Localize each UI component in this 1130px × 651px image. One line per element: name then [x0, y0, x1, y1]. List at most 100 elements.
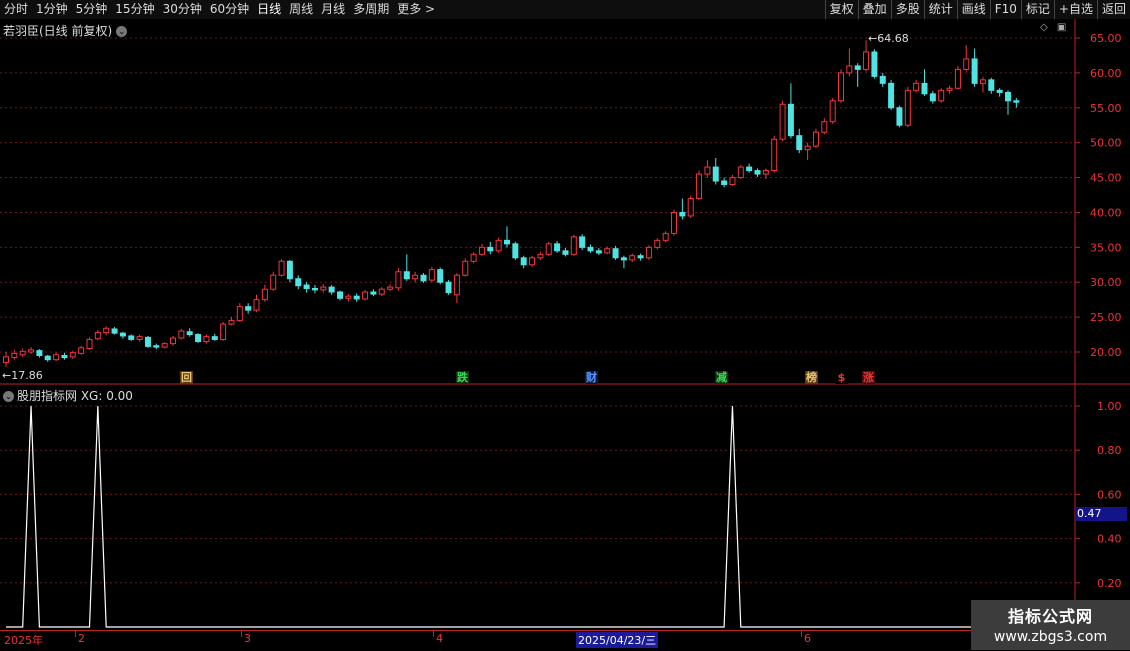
candle-body[interactable]	[654, 239, 661, 248]
candle-body[interactable]	[545, 243, 552, 255]
candle-body[interactable]	[812, 131, 819, 147]
candle-body[interactable]	[746, 166, 753, 172]
event-tag-1[interactable]: 跌	[456, 371, 469, 384]
candle-body[interactable]	[921, 82, 928, 95]
candle-body[interactable]	[103, 327, 110, 333]
candle-body[interactable]	[86, 338, 93, 350]
candle-body[interactable]	[161, 343, 168, 348]
candle-body[interactable]	[888, 82, 895, 109]
candle-body[interactable]	[470, 253, 477, 262]
candle-body[interactable]	[1013, 100, 1020, 103]
candle-body[interactable]	[629, 255, 636, 261]
candle-body[interactable]	[245, 306, 252, 311]
candle-body[interactable]	[11, 352, 18, 359]
candle-body[interactable]	[954, 68, 961, 89]
diamond-icon[interactable]: ◇	[1040, 22, 1048, 33]
chevron-down-icon[interactable]: ⌄	[3, 391, 14, 402]
candle-body[interactable]	[3, 356, 9, 363]
candle-body[interactable]	[520, 257, 527, 266]
candle-body[interactable]	[929, 93, 936, 102]
candle-body[interactable]	[136, 336, 143, 340]
candle-body[interactable]	[779, 103, 786, 140]
event-tag-4[interactable]: 榜	[805, 371, 818, 384]
candle-body[interactable]	[428, 269, 435, 281]
indicator-title[interactable]: ⌄ 股朋指标网 XG: 0.00	[3, 387, 133, 404]
candle-body[interactable]	[69, 352, 76, 358]
candle-body[interactable]	[821, 121, 828, 133]
candle-body[interactable]	[620, 257, 627, 261]
candle-body[interactable]	[487, 246, 494, 252]
main-title[interactable]: 若羽臣(日线 前复权) ⌄	[3, 22, 128, 39]
candle-body[interactable]	[119, 332, 126, 337]
candle-body[interactable]	[729, 177, 736, 186]
candle-body[interactable]	[353, 295, 360, 300]
candle-body[interactable]	[378, 288, 385, 295]
chevron-down-icon[interactable]: ⌄	[116, 26, 128, 37]
candle-body[interactable]	[370, 291, 377, 295]
candle-body[interactable]	[896, 107, 903, 126]
candle-body[interactable]	[512, 243, 519, 259]
candle-body[interactable]	[979, 79, 986, 84]
candle-body[interactable]	[829, 100, 836, 123]
candle-body[interactable]	[94, 331, 101, 340]
candle-body[interactable]	[236, 306, 243, 322]
candle-body[interactable]	[111, 328, 118, 334]
candle-body[interactable]	[579, 236, 586, 248]
candle-body[interactable]	[871, 51, 878, 77]
candle-body[interactable]	[295, 278, 302, 287]
candle-body[interactable]	[420, 274, 427, 282]
candle-body[interactable]	[337, 291, 343, 299]
candle-body[interactable]	[587, 246, 594, 252]
candle-body[interactable]	[28, 349, 35, 353]
event-tag-0[interactable]: 回	[180, 371, 193, 384]
candle-body[interactable]	[662, 232, 669, 241]
candle-body[interactable]	[437, 269, 444, 283]
candle-body[interactable]	[261, 288, 268, 301]
candle-body[interactable]	[796, 135, 803, 151]
candle-body[interactable]	[529, 257, 536, 266]
candle-body[interactable]	[963, 58, 970, 70]
event-tag-3[interactable]: 减	[715, 371, 728, 384]
candle-body[interactable]	[687, 197, 694, 217]
candle-body[interactable]	[562, 250, 569, 255]
candle-body[interactable]	[362, 291, 369, 300]
candle-body[interactable]	[328, 286, 335, 293]
candle-body[interactable]	[537, 253, 544, 259]
candle-body[interactable]	[671, 211, 677, 234]
candle-body[interactable]	[220, 323, 227, 340]
candle-body[interactable]	[804, 145, 811, 151]
candle-body[interactable]	[570, 236, 577, 255]
candle-body[interactable]	[996, 89, 1003, 93]
candle-body[interactable]	[846, 65, 853, 74]
candle-body[interactable]	[704, 166, 711, 175]
candle-body[interactable]	[762, 170, 769, 175]
candle-body[interactable]	[345, 295, 352, 299]
candle-body[interactable]	[504, 239, 510, 245]
candle-body[interactable]	[554, 243, 561, 252]
candle-body[interactable]	[938, 89, 945, 102]
candle-body[interactable]	[696, 173, 703, 199]
candle-body[interactable]	[211, 336, 218, 340]
candle-body[interactable]	[721, 180, 728, 186]
candle-body[interactable]	[403, 271, 410, 280]
candle-body[interactable]	[195, 334, 202, 343]
candle-body[interactable]	[170, 337, 176, 345]
candle-body[interactable]	[988, 79, 995, 91]
candle-body[interactable]	[712, 166, 719, 182]
candle-body[interactable]	[863, 51, 870, 70]
candle-body[interactable]	[228, 320, 235, 325]
candle-body[interactable]	[186, 331, 193, 336]
event-tag-5[interactable]: $	[835, 371, 848, 384]
candle-body[interactable]	[387, 286, 394, 290]
candle-body[interactable]	[787, 103, 794, 137]
candle-body[interactable]	[270, 274, 277, 290]
candle-body[interactable]	[1005, 91, 1011, 102]
candle-body[interactable]	[913, 82, 920, 91]
candle-body[interactable]	[754, 170, 761, 175]
candle-body[interactable]	[412, 274, 419, 280]
candle-body[interactable]	[971, 58, 978, 84]
candle-body[interactable]	[153, 345, 160, 348]
candle-body[interactable]	[303, 284, 310, 290]
candle-body[interactable]	[453, 274, 460, 296]
window-icon[interactable]: ▣	[1057, 22, 1066, 33]
